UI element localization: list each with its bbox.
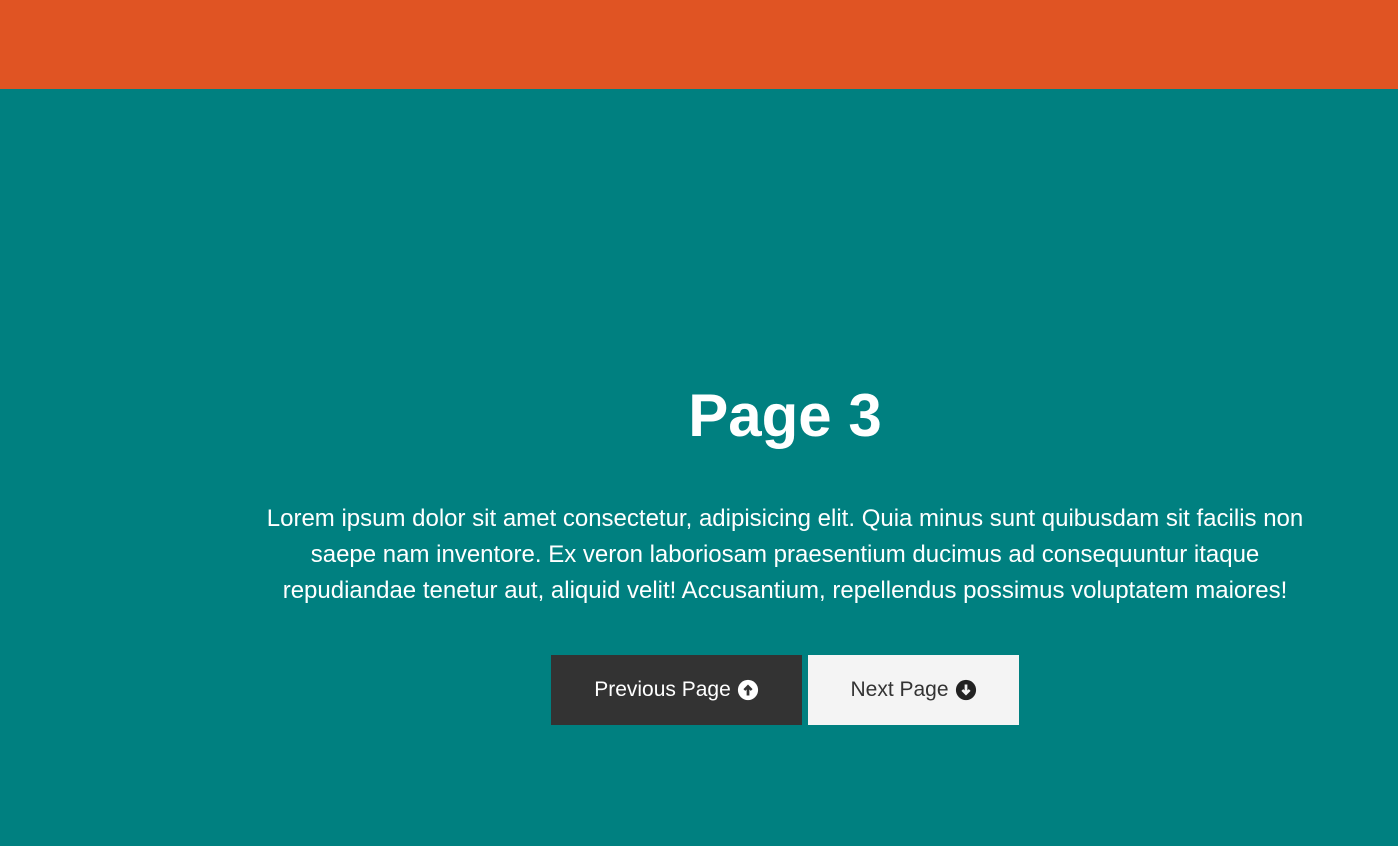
previous-page-button[interactable]: Previous Page — [551, 655, 802, 725]
arrow-circle-up-icon — [737, 679, 758, 701]
top-bar — [0, 0, 1398, 89]
page-body-text: Lorem ipsum dolor sit amet consectetur, … — [266, 505, 1304, 604]
page-navigation: Previous Page Next Page — [551, 655, 1019, 725]
page-title: Page 3 — [688, 382, 882, 449]
next-page-button[interactable]: Next Page — [808, 655, 1019, 725]
page-section: Page 3 Lorem ipsum dolor sit amet consec… — [0, 89, 1398, 846]
arrow-circle-down-icon — [955, 679, 976, 701]
page-content: Page 3 Lorem ipsum dolor sit amet consec… — [0, 89, 1398, 846]
next-page-label: Next Page — [850, 678, 949, 701]
previous-page-label: Previous Page — [594, 678, 731, 701]
